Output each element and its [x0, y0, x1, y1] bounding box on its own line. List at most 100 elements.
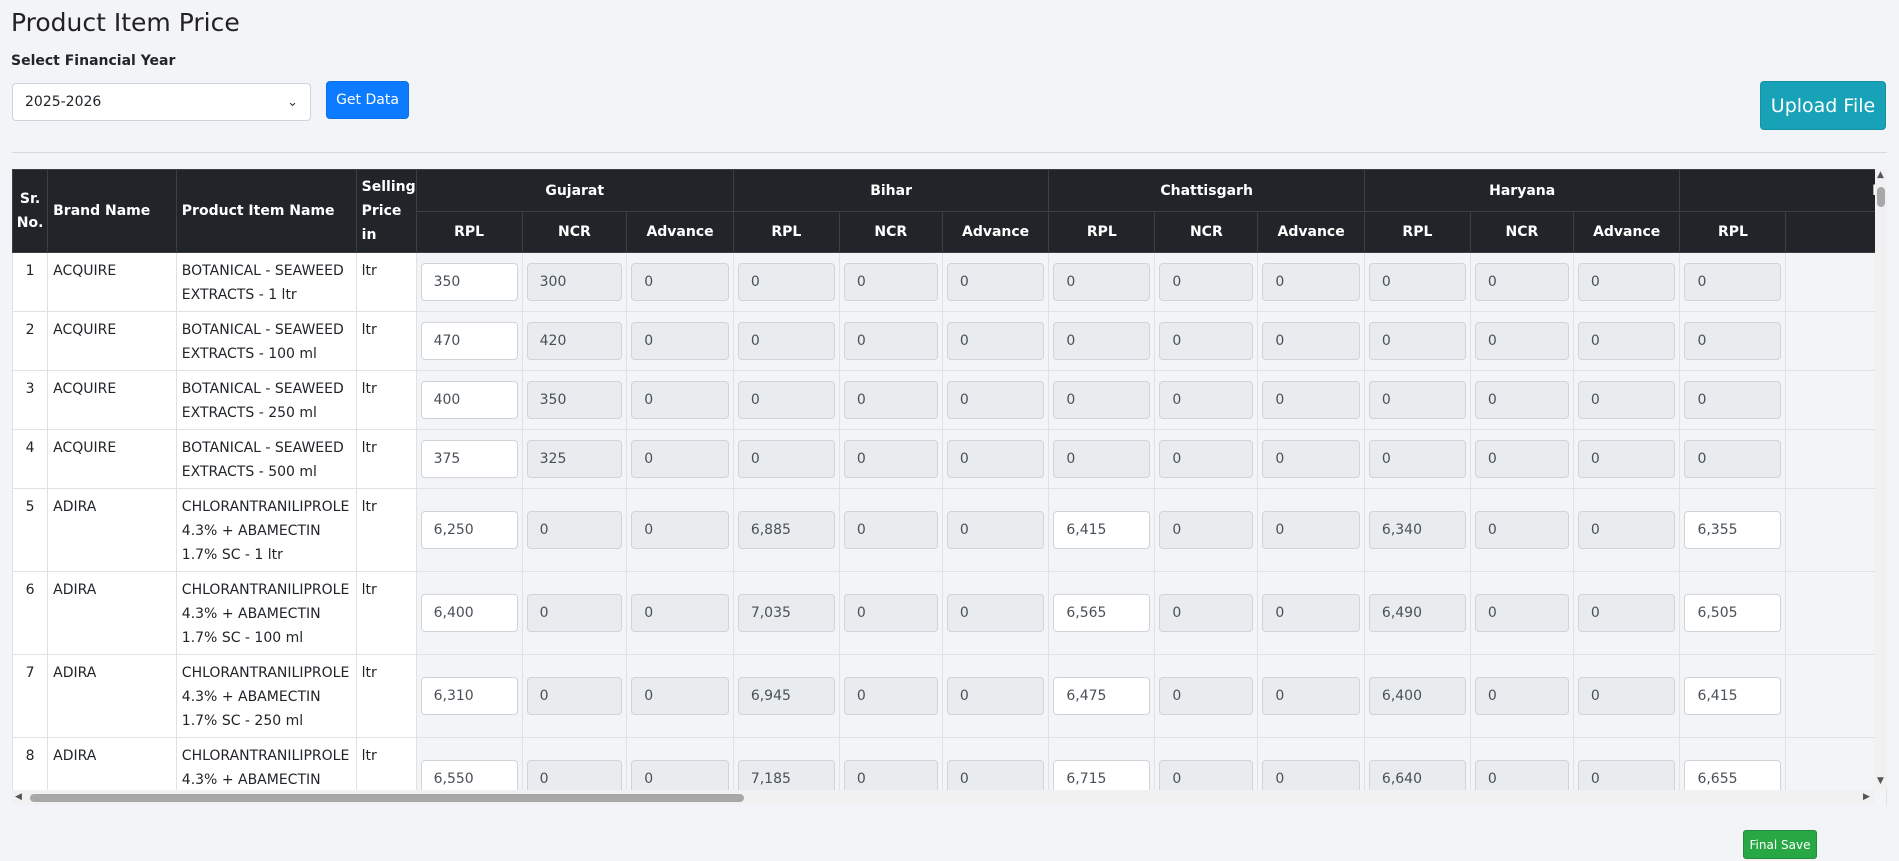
price-input-rpl[interactable]: 0 — [1684, 322, 1782, 360]
price-input-ncr[interactable]: 420 — [526, 322, 623, 360]
price-input-rpl[interactable]: 0 — [737, 440, 835, 478]
price-input-rpl[interactable]: 6,475 — [1053, 677, 1151, 715]
price-input-ncr[interactable]: 0 — [1159, 677, 1254, 715]
price-input-advance[interactable]: 0 — [1577, 263, 1676, 301]
price-input-advance[interactable]: 0 — [1262, 594, 1360, 632]
price-input-rpl[interactable]: 0 — [737, 381, 835, 419]
price-input-ncr[interactable]: 0 — [1474, 322, 1569, 360]
price-input-advance[interactable]: 0 — [1577, 322, 1676, 360]
price-input-advance[interactable]: 0 — [631, 263, 729, 301]
price-input-rpl[interactable]: 6,945 — [737, 677, 835, 715]
price-input-rpl[interactable]: 0 — [1053, 381, 1151, 419]
price-input-advance[interactable]: 0 — [631, 677, 729, 715]
price-input-advance[interactable]: 0 — [1262, 440, 1360, 478]
price-input-ncr[interactable]: 350 — [526, 381, 623, 419]
price-input-ncr[interactable]: 0 — [1474, 381, 1569, 419]
price-input-rpl[interactable]: 6,565 — [1053, 594, 1151, 632]
price-input-advance[interactable]: 0 — [631, 322, 729, 360]
price-input-rpl[interactable]: 0 — [1368, 263, 1466, 301]
price-input-ncr[interactable]: 0 — [843, 440, 938, 478]
price-input-advance[interactable]: 0 — [946, 594, 1045, 632]
price-input-rpl[interactable]: 0 — [737, 263, 835, 301]
price-input-advance[interactable]: 0 — [1577, 511, 1676, 549]
price-input-advance[interactable]: 0 — [631, 440, 729, 478]
scroll-up-icon[interactable]: ▲ — [1877, 170, 1884, 180]
price-input-ncr[interactable]: 0 — [1159, 322, 1254, 360]
horizontal-scroll-thumb[interactable] — [30, 794, 744, 802]
price-input-rpl[interactable]: 6,250 — [420, 511, 518, 549]
vertical-scroll-thumb[interactable] — [1877, 187, 1885, 207]
price-input-advance[interactable]: 0 — [1262, 263, 1360, 301]
final-save-button[interactable]: Final Save — [1743, 830, 1817, 859]
price-input-rpl[interactable]: 6,340 — [1368, 511, 1466, 549]
price-input-ncr[interactable]: 0 — [1159, 263, 1254, 301]
price-input-rpl[interactable]: 0 — [1684, 440, 1782, 478]
price-input-ncr[interactable]: 0 — [526, 594, 623, 632]
price-input-rpl[interactable]: 0 — [1684, 381, 1782, 419]
price-input-advance[interactable]: 0 — [946, 677, 1045, 715]
price-input-rpl[interactable]: 375 — [420, 440, 518, 478]
price-input-advance[interactable]: 0 — [1262, 677, 1360, 715]
price-input-ncr[interactable]: 0 — [1159, 511, 1254, 549]
price-input-rpl[interactable]: 0 — [1053, 440, 1151, 478]
price-input-advance[interactable]: 0 — [1577, 440, 1676, 478]
price-input-ncr[interactable]: 0 — [526, 677, 623, 715]
price-input-advance[interactable]: 0 — [946, 511, 1045, 549]
price-input-ncr[interactable]: 0 — [843, 322, 938, 360]
price-input-rpl[interactable]: 6,490 — [1368, 594, 1466, 632]
upload-file-button[interactable]: Upload File — [1760, 81, 1886, 130]
price-input-rpl[interactable]: 6,505 — [1684, 594, 1782, 632]
price-input-ncr[interactable]: 0 — [843, 511, 938, 549]
price-input-ncr[interactable]: 0 — [843, 594, 938, 632]
price-input-rpl[interactable]: 0 — [1368, 322, 1466, 360]
price-input-rpl[interactable]: 470 — [420, 322, 518, 360]
price-input-ncr[interactable]: 0 — [1474, 440, 1569, 478]
financial-year-select[interactable]: 2025-2026 ⌄ — [12, 83, 311, 121]
price-input-ncr[interactable]: 0 — [843, 381, 938, 419]
price-input-advance[interactable]: 0 — [1262, 322, 1360, 360]
price-input-rpl[interactable]: 0 — [1368, 381, 1466, 419]
price-input-ncr[interactable]: 0 — [526, 511, 623, 549]
price-input-advance[interactable]: 0 — [631, 511, 729, 549]
price-input-advance[interactable]: 0 — [946, 322, 1045, 360]
price-input-rpl[interactable]: 6,415 — [1053, 511, 1151, 549]
price-input-ncr[interactable]: 0 — [843, 677, 938, 715]
price-input-advance[interactable]: 0 — [946, 263, 1045, 301]
price-input-rpl[interactable]: 6,400 — [1368, 677, 1466, 715]
price-input-advance[interactable]: 0 — [631, 594, 729, 632]
price-input-ncr[interactable]: 0 — [1159, 594, 1254, 632]
price-input-rpl[interactable]: 6,885 — [737, 511, 835, 549]
vertical-scrollbar[interactable]: ▲ ▼ — [1875, 169, 1887, 789]
scroll-left-icon[interactable]: ◀ — [15, 792, 22, 802]
price-input-ncr[interactable]: 0 — [1159, 381, 1254, 419]
price-input-ncr[interactable]: 0 — [843, 263, 938, 301]
price-input-ncr[interactable]: 0 — [1474, 594, 1569, 632]
price-input-rpl[interactable]: 6,400 — [420, 594, 518, 632]
scroll-down-icon[interactable]: ▼ — [1877, 776, 1884, 786]
price-input-rpl[interactable]: 0 — [1053, 322, 1151, 360]
price-input-advance[interactable]: 0 — [1577, 381, 1676, 419]
price-input-rpl[interactable]: 0 — [1053, 263, 1151, 301]
price-input-ncr[interactable]: 0 — [1474, 511, 1569, 549]
price-input-advance[interactable]: 0 — [1577, 677, 1676, 715]
price-input-rpl[interactable]: 400 — [420, 381, 518, 419]
scroll-right-icon[interactable]: ▶ — [1863, 792, 1870, 802]
price-input-advance[interactable]: 0 — [1262, 381, 1360, 419]
price-input-ncr[interactable]: 325 — [526, 440, 623, 478]
price-input-advance[interactable]: 0 — [946, 440, 1045, 478]
price-input-advance[interactable]: 0 — [946, 381, 1045, 419]
price-input-advance[interactable]: 0 — [1262, 511, 1360, 549]
price-input-ncr[interactable]: 0 — [1474, 677, 1569, 715]
price-input-advance[interactable]: 0 — [631, 381, 729, 419]
price-input-rpl[interactable]: 0 — [737, 322, 835, 360]
price-input-rpl[interactable]: 7,035 — [737, 594, 835, 632]
price-input-advance[interactable]: 0 — [1577, 594, 1676, 632]
price-input-ncr[interactable]: 0 — [1159, 440, 1254, 478]
price-input-rpl[interactable]: 0 — [1368, 440, 1466, 478]
price-input-rpl[interactable]: 6,415 — [1684, 677, 1782, 715]
price-input-ncr[interactable]: 0 — [1474, 263, 1569, 301]
price-input-ncr[interactable]: 300 — [526, 263, 623, 301]
price-input-rpl[interactable]: 6,355 — [1684, 511, 1782, 549]
price-input-rpl[interactable]: 6,310 — [420, 677, 518, 715]
horizontal-scrollbar[interactable]: ◀ ▶ — [12, 790, 1875, 805]
